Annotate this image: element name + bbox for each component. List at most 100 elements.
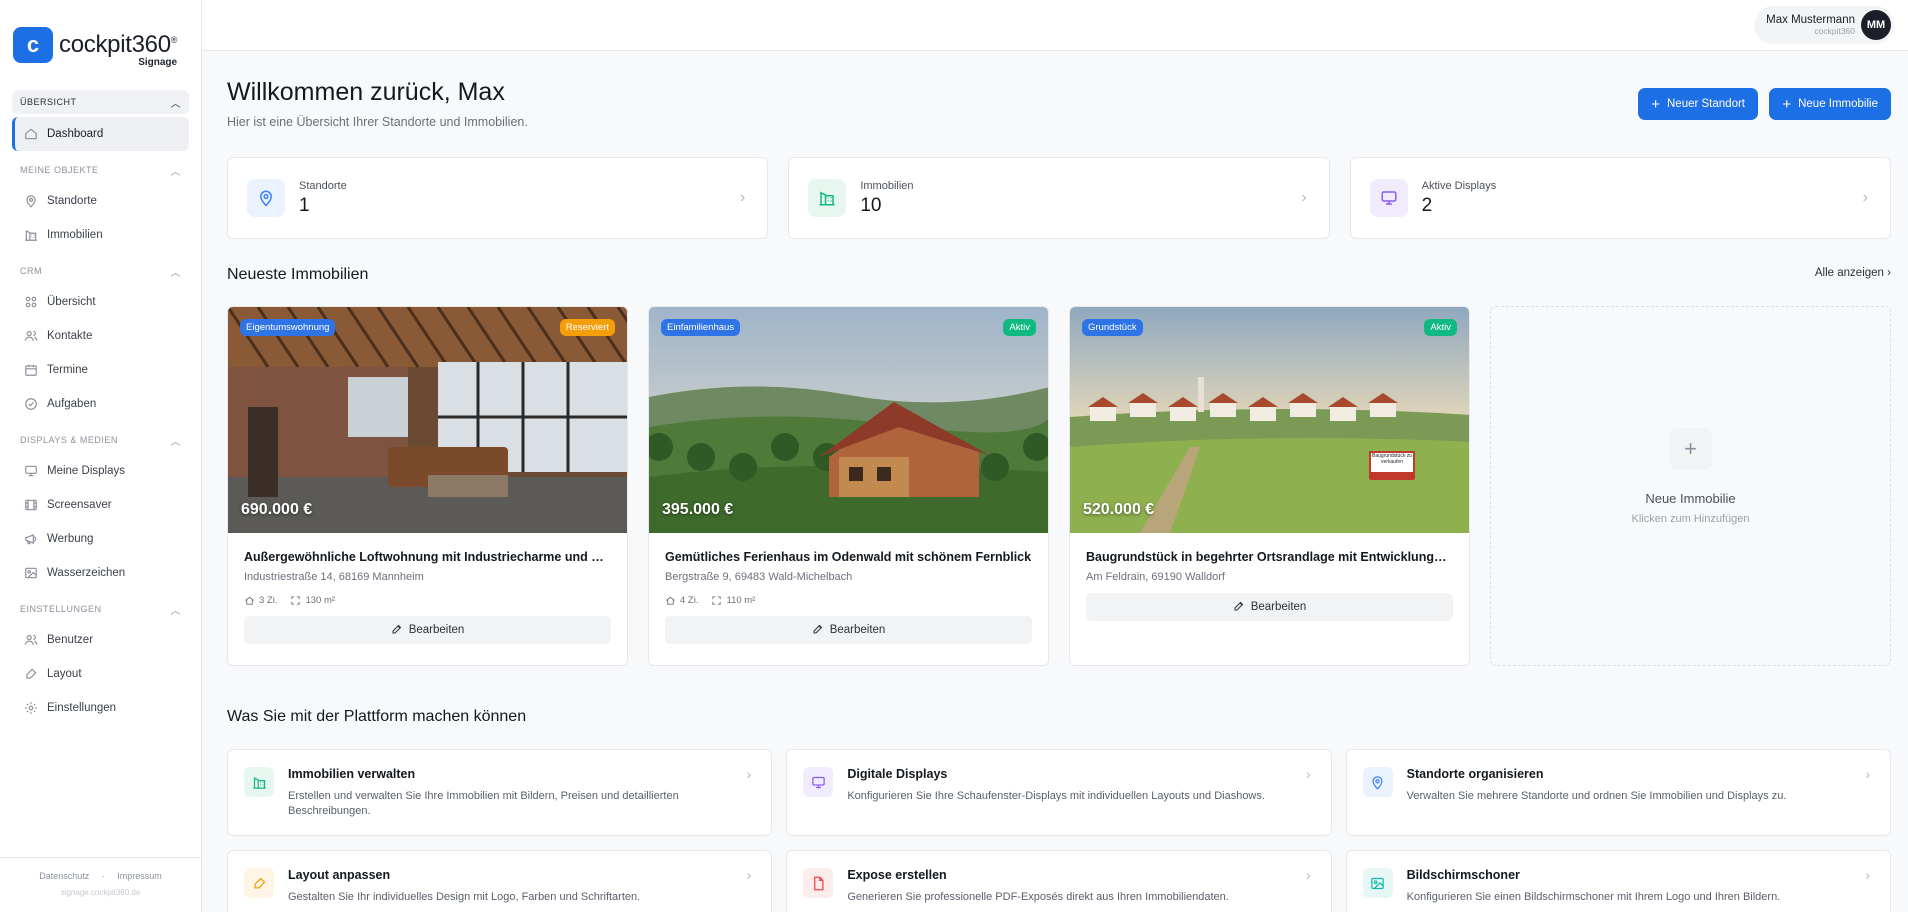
feature-title: Expose erstellen bbox=[847, 868, 947, 882]
stat-label: Standorte bbox=[299, 179, 347, 192]
chevron-right-icon: › bbox=[1865, 766, 1870, 782]
sidebar-item-immobilien[interactable]: Immobilien bbox=[12, 218, 189, 252]
user-name: Max Mustermann bbox=[1766, 13, 1855, 26]
nav-section-header[interactable]: CRM ︿ bbox=[12, 260, 189, 282]
sidebar-nav: Übersicht ︿ Dashboard Meine Objekte ︿ Standor… bbox=[0, 90, 201, 725]
property-type-badge: Eigentumswohnung bbox=[240, 319, 336, 336]
monitor-icon bbox=[1369, 179, 1408, 217]
image-icon bbox=[24, 566, 38, 580]
sidebar-item-wasserzeichen[interactable]: Wasserzeichen bbox=[12, 556, 189, 590]
footer-domain: signage.cockpit360.de bbox=[60, 888, 141, 897]
sidebar-item-werbung[interactable]: Werbung bbox=[12, 522, 189, 556]
feature-card[interactable]: Immobilien verwalten Erstellen und verwal… bbox=[227, 749, 773, 836]
edit-icon bbox=[1233, 600, 1245, 615]
feature-description: Erstellen und verwalten Sie Ihre Immobil… bbox=[288, 790, 679, 818]
calendar-icon bbox=[24, 363, 38, 377]
feature-card[interactable]: Layout anpassen Gestalten Sie Ihr individ… bbox=[227, 850, 773, 912]
chevron-up-icon: ︿ bbox=[170, 267, 181, 279]
chevron-right-icon: › bbox=[746, 766, 752, 782]
nav-section-title: Displays & Medien bbox=[20, 435, 118, 445]
sidebar-item-meine-displays[interactable]: Meine Displays bbox=[12, 454, 189, 488]
feature-card[interactable]: Expose erstellen Generieren Sie professio… bbox=[786, 850, 1332, 912]
sidebar-item-termine[interactable]: Termine bbox=[12, 353, 189, 387]
file-icon bbox=[803, 868, 834, 898]
megaphone-icon bbox=[24, 532, 38, 546]
nav-section-header[interactable]: Übersicht ︿ bbox=[12, 90, 189, 114]
nav-section-title: Einstellungen bbox=[20, 604, 102, 614]
add-property-subtitle: Klicken zum Hinzufügen bbox=[1631, 512, 1750, 525]
property-type-badge: Einfamilienhaus bbox=[661, 319, 741, 336]
sidebar-item-label: Dashboard bbox=[47, 128, 104, 140]
property-area: 130 m² bbox=[305, 595, 336, 606]
chevron-right-icon: › bbox=[1301, 189, 1307, 206]
sidebar-item-standorte[interactable]: Standorte bbox=[12, 184, 189, 218]
map-pin-icon bbox=[24, 194, 38, 208]
status-badge: Aktiv bbox=[1424, 319, 1457, 336]
stat-value: 10 bbox=[860, 194, 882, 216]
nav-section-title: Meine Objekte bbox=[20, 165, 99, 175]
nav-section-header[interactable]: Einstellungen ︿ bbox=[12, 598, 189, 620]
edit-button[interactable]: Bearbeiten bbox=[1086, 593, 1453, 621]
stat-card-standorte[interactable]: Standorte 1 › bbox=[227, 157, 769, 239]
platform-title: Was Sie mit der Plattform machen können bbox=[227, 708, 527, 725]
sidebar-item-aufgaben[interactable]: Aufgaben bbox=[12, 387, 189, 421]
feature-description: Verwalten Sie mehrere Standorte und ordn… bbox=[1406, 790, 1787, 802]
chevron-right-icon: › bbox=[1305, 766, 1311, 782]
sidebar-item-screensaver[interactable]: Screensaver bbox=[12, 488, 189, 522]
footer-separator: · bbox=[101, 871, 105, 881]
avatar: MM bbox=[1861, 10, 1891, 40]
property-cards: Eigentumswohnung Reserviert 690.000 € Außer… bbox=[227, 306, 1891, 666]
new-property-button[interactable]: + Neue Immobilie bbox=[1769, 88, 1891, 120]
feature-description: Konfigurieren Sie einen Bildschirmschone… bbox=[1406, 891, 1781, 903]
logo[interactable]: c cockpit360® Signage bbox=[0, 0, 201, 90]
chevron-right-icon: › bbox=[740, 189, 746, 206]
monitor-icon bbox=[24, 464, 38, 478]
nav-section-header[interactable]: Displays & Medien ︿ bbox=[12, 429, 189, 451]
feature-grid: Immobilien verwalten Erstellen und verwal… bbox=[227, 749, 1891, 912]
property-card[interactable]: Eigentumswohnung Reserviert 690.000 € Außer… bbox=[227, 306, 628, 666]
sale-sign-text: Baugrundstück zu verkaufen bbox=[1371, 453, 1413, 465]
chevron-right-icon: › bbox=[1865, 867, 1870, 883]
main-area: Max Mustermann cockpit360 MM Willkommen … bbox=[202, 0, 1908, 912]
sidebar-item-layout[interactable]: Layout bbox=[12, 657, 189, 691]
feature-card[interactable]: Digitale Displays Konfigurieren Sie Ihre … bbox=[786, 749, 1332, 836]
property-card[interactable]: Einfamilienhaus Aktiv 395.000 € Gemütliches… bbox=[648, 306, 1049, 666]
property-meta: 3 Zi. 130 m² bbox=[244, 595, 611, 606]
feature-title: Digitale Displays bbox=[847, 767, 948, 781]
sidebar-item-label: Aufgaben bbox=[47, 398, 97, 410]
privacy-link[interactable]: Datenschutz bbox=[39, 871, 89, 881]
monitor-icon bbox=[803, 767, 834, 797]
user-menu[interactable]: Max Mustermann cockpit360 MM bbox=[1754, 6, 1894, 44]
sidebar-item-einstellungen[interactable]: Einstellungen bbox=[12, 691, 189, 725]
film-icon bbox=[24, 498, 38, 512]
sidebar-footer: Datenschutz · Impressum signage.cockpit3… bbox=[0, 857, 201, 912]
property-card[interactable]: Grundstück Aktiv Baugrundstück zu verkaufe… bbox=[1069, 306, 1470, 666]
chevron-right-icon: › bbox=[1862, 189, 1868, 206]
image-icon bbox=[1362, 868, 1393, 898]
stat-card-immobilien[interactable]: Immobilien 10 › bbox=[788, 157, 1330, 239]
sidebar-item-label: Werbung bbox=[47, 533, 94, 545]
sidebar-item-benutzer[interactable]: Benutzer bbox=[12, 623, 189, 657]
property-title: Gemütliches Ferienhaus im Odenwald mit s… bbox=[665, 550, 1032, 564]
sidebar-item-übersicht[interactable]: Übersicht bbox=[12, 285, 189, 319]
property-rooms: 3 Zi. bbox=[259, 595, 278, 606]
imprint-link[interactable]: Impressum bbox=[117, 871, 162, 881]
add-property-card[interactable]: + Neue Immobilie Klicken zum Hinzufügen bbox=[1490, 306, 1891, 666]
edit-button[interactable]: Bearbeiten bbox=[244, 616, 611, 644]
check-circle-icon bbox=[24, 397, 38, 411]
sidebar-item-label: Benutzer bbox=[47, 634, 94, 646]
brand-sub: Signage bbox=[138, 57, 178, 68]
stat-card-aktive-displays[interactable]: Aktive Displays 2 › bbox=[1349, 157, 1891, 239]
view-all-link[interactable]: Alle anzeigen › bbox=[1815, 267, 1891, 279]
sidebar-item-dashboard[interactable]: Dashboard bbox=[12, 117, 189, 151]
feature-card[interactable]: Standorte organisieren Verwalten Sie mehr… bbox=[1345, 749, 1891, 836]
new-location-button[interactable]: + Neuer Standort bbox=[1638, 88, 1758, 120]
sidebar-item-label: Standorte bbox=[47, 195, 97, 207]
property-type-badge: Grundstück bbox=[1082, 319, 1143, 336]
area-icon bbox=[711, 595, 722, 606]
map-pin-icon bbox=[247, 179, 285, 217]
sidebar-item-kontakte[interactable]: Kontakte bbox=[12, 319, 189, 353]
nav-section-header[interactable]: Meine Objekte ︿ bbox=[12, 159, 189, 181]
edit-button[interactable]: Bearbeiten bbox=[665, 616, 1032, 644]
feature-card[interactable]: Bildschirmschoner Konfigurieren Sie einen… bbox=[1345, 850, 1891, 912]
